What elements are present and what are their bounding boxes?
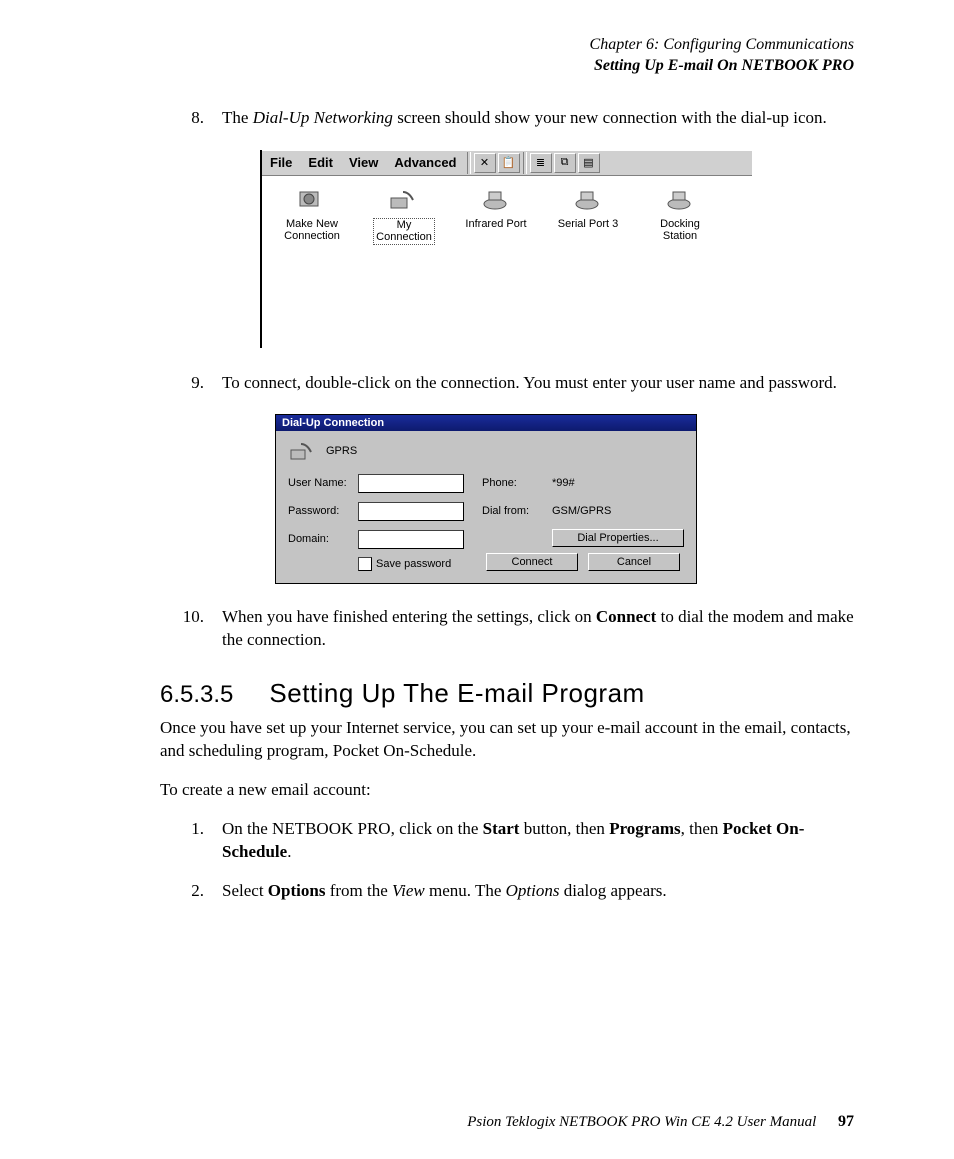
save-password-checkbox[interactable] xyxy=(358,557,372,571)
step-1: 1. On the NETBOOK PRO, click on the Star… xyxy=(160,818,854,864)
modem-phone-icon xyxy=(288,439,316,463)
step-number: 8. xyxy=(160,107,222,130)
connections-pane: Make NewConnection MyConnection Infrared… xyxy=(262,176,752,348)
footer-text: Psion Teklogix NETBOOK PRO Win CE 4.2 Us… xyxy=(467,1114,816,1130)
device-icon xyxy=(663,184,697,214)
page-footer: Psion Teklogix NETBOOK PRO Win CE 4.2 Us… xyxy=(160,1113,854,1131)
username-input[interactable] xyxy=(358,474,464,493)
section-number: 6.5.3.5 xyxy=(160,681,233,709)
page-header: Chapter 6: Configuring Communications Se… xyxy=(160,35,854,77)
menu-file[interactable]: File xyxy=(262,152,300,173)
menu-view[interactable]: View xyxy=(341,152,386,173)
toolbar-separator xyxy=(523,152,527,174)
globe-icon xyxy=(295,184,329,214)
section-paragraph: Once you have set up your Internet servi… xyxy=(160,717,854,763)
serial-port-item[interactable]: Serial Port 3 xyxy=(542,184,634,231)
header-section: Setting Up E-mail On NETBOOK PRO xyxy=(160,56,854,77)
menubar: File Edit View Advanced ✕ 📋 ≣ ⧉ ▤ xyxy=(262,150,752,176)
step-text: When you have finished entering the sett… xyxy=(222,606,854,652)
step-8: 8. The Dial-Up Networking screen should … xyxy=(160,107,854,130)
menu-advanced[interactable]: Advanced xyxy=(386,152,464,173)
dialup-connection-dialog: Dial-Up Connection GPRS User Name: Passw… xyxy=(275,414,697,584)
step-number: 2. xyxy=(160,880,222,903)
password-input[interactable] xyxy=(358,502,464,521)
details-view-icon[interactable]: ▤ xyxy=(578,153,600,173)
dial-properties-button[interactable]: Dial Properties... xyxy=(552,529,684,547)
step-2: 2. Select Options from the View menu. Th… xyxy=(160,880,854,903)
section-heading: 6.5.3.5 Setting Up The E-mail Program xyxy=(160,678,854,709)
header-chapter: Chapter 6: Configuring Communications xyxy=(160,35,854,56)
infrared-port-item[interactable]: Infrared Port xyxy=(450,184,542,231)
domain-input[interactable] xyxy=(358,530,464,549)
phone-label: Phone: xyxy=(482,477,552,489)
dialog-title: Dial-Up Connection xyxy=(276,415,696,431)
step-10: 10. When you have finished entering the … xyxy=(160,606,854,652)
make-new-connection-item[interactable]: Make NewConnection xyxy=(266,184,358,243)
step-text: On the NETBOOK PRO, click on the Start b… xyxy=(222,818,854,864)
save-password-label: Save password xyxy=(376,558,451,570)
step-text: Select Options from the View menu. The O… xyxy=(222,880,854,903)
small-icons-icon[interactable]: ⧉ xyxy=(554,153,576,173)
step-number: 10. xyxy=(160,606,222,652)
step-text: To connect, double-click on the connecti… xyxy=(222,372,854,395)
device-icon xyxy=(479,184,513,214)
my-connection-item[interactable]: MyConnection xyxy=(358,184,450,245)
device-icon xyxy=(571,184,605,214)
properties-icon[interactable]: 📋 xyxy=(498,153,520,173)
modem-phone-icon xyxy=(387,184,421,214)
connect-button[interactable]: Connect xyxy=(486,553,578,571)
step-number: 1. xyxy=(160,818,222,864)
step-9: 9. To connect, double-click on the conne… xyxy=(160,372,854,395)
dialfrom-label: Dial from: xyxy=(482,505,552,517)
section-paragraph: To create a new email account: xyxy=(160,779,854,802)
page-number: 97 xyxy=(838,1113,854,1130)
step-text: The Dial-Up Networking screen should sho… xyxy=(222,107,854,130)
password-label: Password: xyxy=(288,505,358,517)
section-title: Setting Up The E-mail Program xyxy=(269,678,644,709)
dialfrom-value: GSM/GPRS xyxy=(552,505,684,517)
large-icons-icon[interactable]: ≣ xyxy=(530,153,552,173)
domain-label: Domain: xyxy=(288,533,358,545)
docking-station-item[interactable]: DockingStation xyxy=(634,184,726,243)
connection-name: GPRS xyxy=(326,445,357,457)
dialup-networking-window: File Edit View Advanced ✕ 📋 ≣ ⧉ ▤ Make N… xyxy=(260,150,752,348)
username-label: User Name: xyxy=(288,477,358,489)
phone-value: *99# xyxy=(552,477,684,489)
step-number: 9. xyxy=(160,372,222,395)
menu-edit[interactable]: Edit xyxy=(300,152,341,173)
delete-icon[interactable]: ✕ xyxy=(474,153,496,173)
toolbar-separator xyxy=(467,152,471,174)
cancel-button[interactable]: Cancel xyxy=(588,553,680,571)
